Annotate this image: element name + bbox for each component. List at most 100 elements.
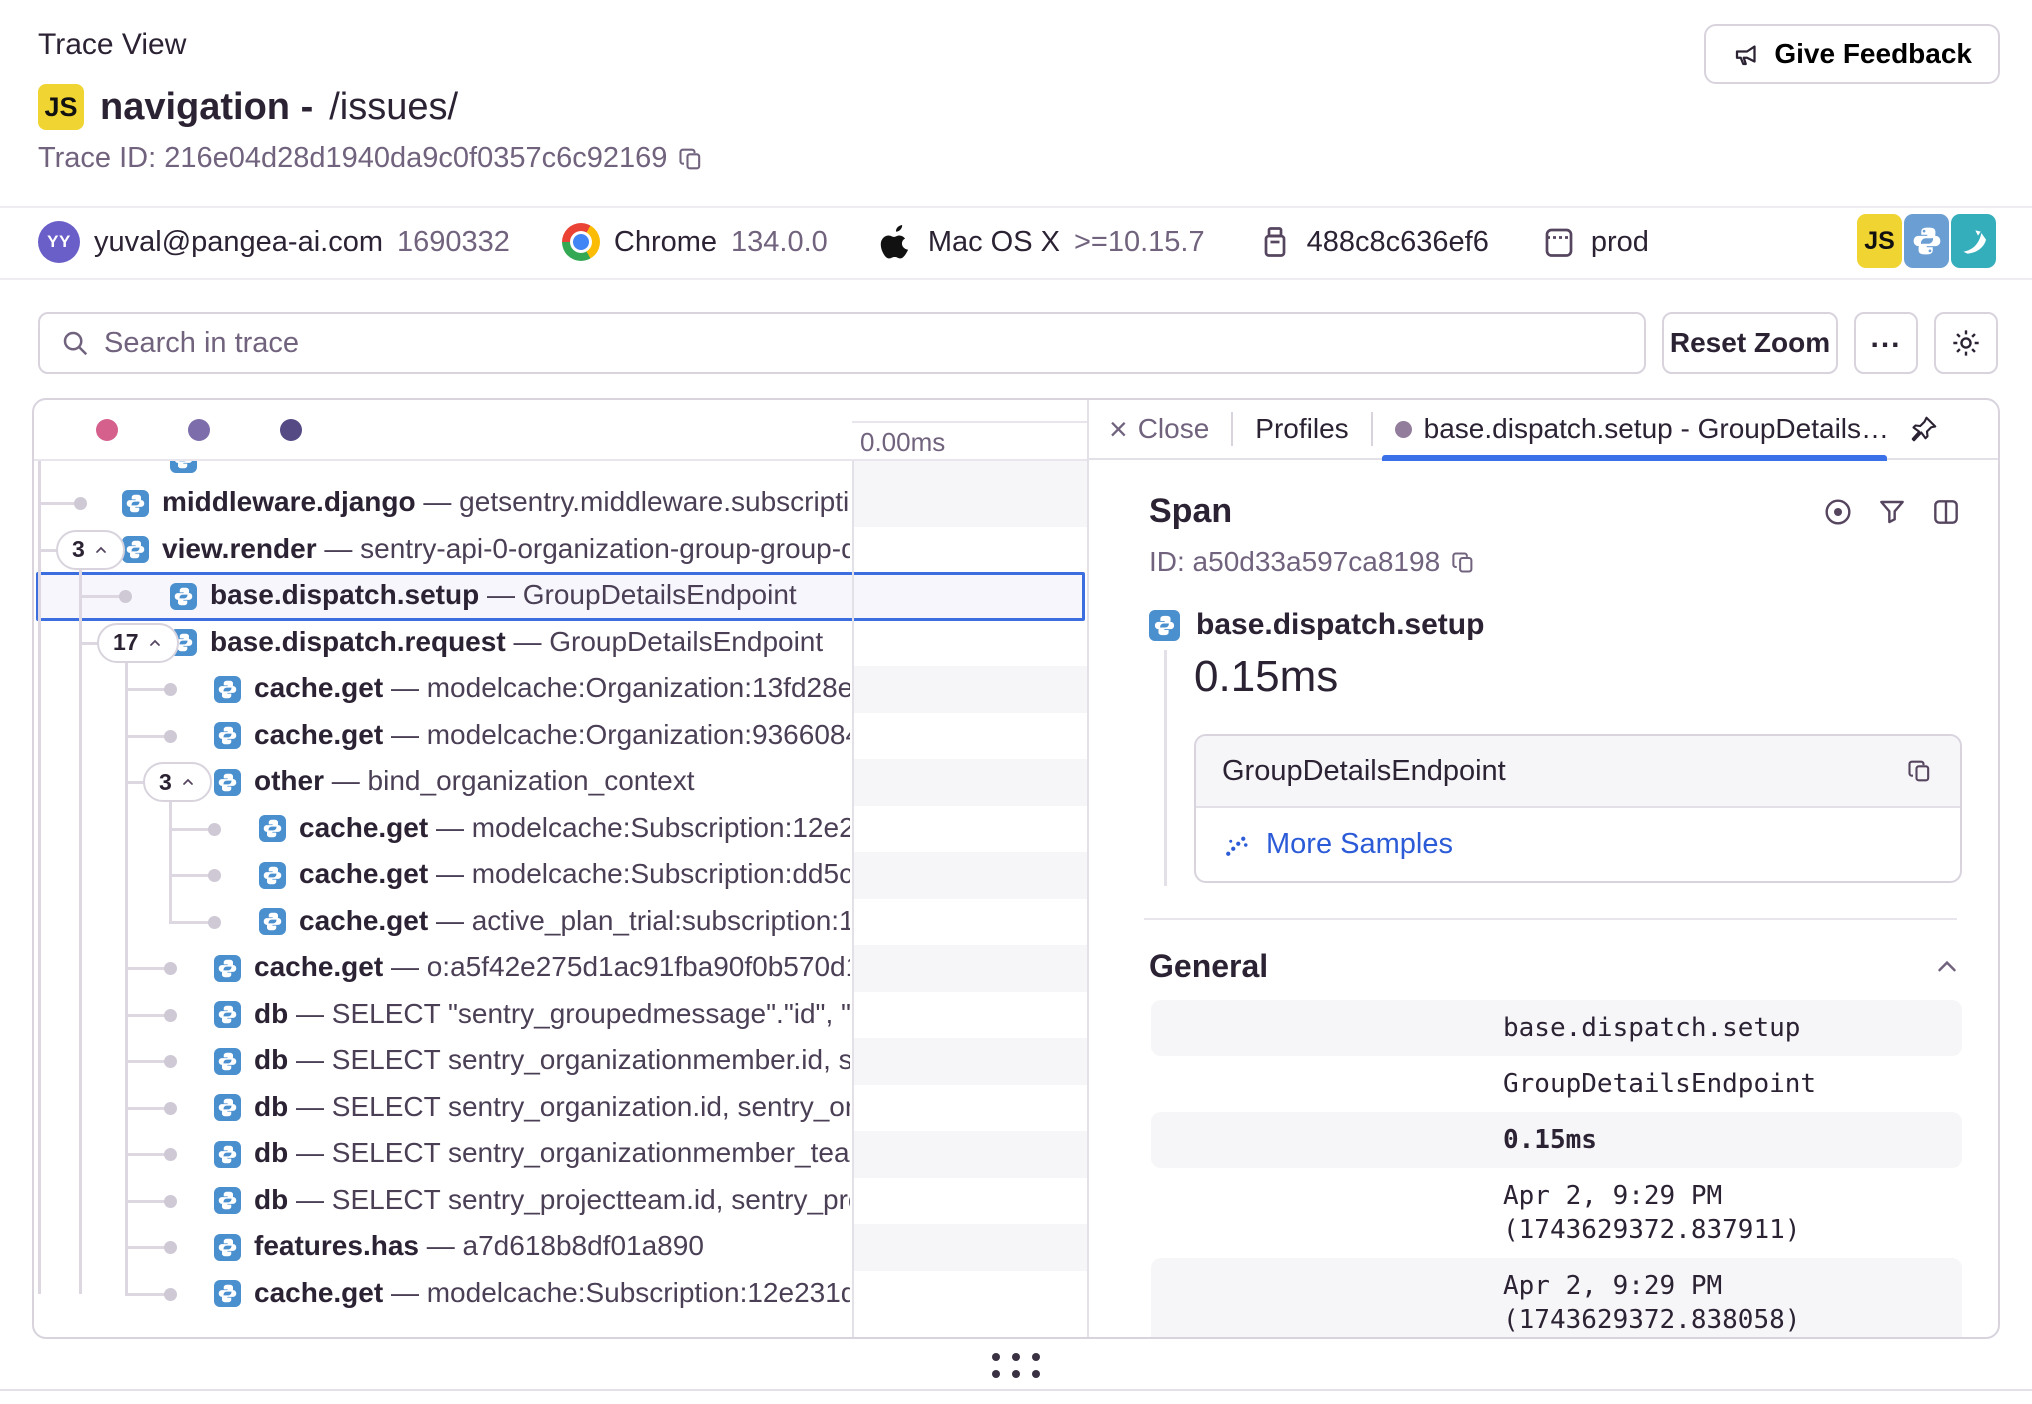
connector-dot (164, 683, 177, 696)
copy-icon[interactable] (677, 145, 705, 173)
more-samples-link[interactable]: More Samples (1196, 808, 1960, 881)
detail-tabbar: × Close Profiles base.dispatch.setup - G… (1089, 400, 2000, 460)
panel-resize-handle[interactable] (0, 1341, 2032, 1389)
search-box[interactable] (38, 312, 1646, 374)
search-input[interactable] (104, 327, 1624, 360)
funnel-icon[interactable] (1876, 496, 1908, 528)
search-icon (60, 328, 90, 358)
kv-key (1173, 1269, 1503, 1337)
ops-legend (38, 400, 852, 460)
span-row-label: cache.get — o:a5f42e275d1ac91fba90f0b570… (254, 951, 850, 983)
samples-box: GroupDetailsEndpoint More Sampl (1194, 734, 1962, 883)
span-row-middleware.django[interactable]: middleware.django — getsentry.middleware… (36, 480, 1087, 527)
more-options-button[interactable]: ... (1854, 312, 1918, 374)
connector-line (79, 642, 99, 645)
legend-item-middleware.django[interactable] (96, 419, 144, 441)
profiles-tab[interactable]: Profiles (1255, 413, 1348, 445)
sample-row[interactable]: GroupDetailsEndpoint (1196, 736, 1960, 808)
python-icon (170, 583, 197, 610)
collapse-badge[interactable]: 3 (143, 762, 212, 802)
kv-key (1173, 1067, 1503, 1101)
python-icon (259, 862, 286, 889)
span-row-cache.get[interactable]: cache.get — active_plan_trial:subscripti… (36, 899, 1087, 946)
span-row-cache.get[interactable]: cache.get — modelcache:Subscription:12e2… (36, 1271, 1087, 1318)
span-row-label: base.dispatch.request — GroupDetailsEndp… (210, 626, 850, 658)
span-row-label: cache.get — modelcache:Subscription:dd5c… (299, 858, 850, 890)
span-row-label: view.render — sentry-api-0-organization-… (162, 533, 850, 565)
span-detail-panel: × Close Profiles base.dispatch.setup - G… (1089, 400, 2000, 1339)
span-row-cache.get[interactable]: cache.get — o:a5f42e275d1ac91fba90f0b570… (36, 945, 1087, 992)
connector-dot (164, 1195, 177, 1208)
span-row-db[interactable]: db — SELECT sentry_organization.id, sent… (36, 1085, 1087, 1132)
trace-waterfall-panel: 0.00ms middleware.django — getsentry.mid… (32, 398, 2000, 1339)
side-panel-icon[interactable] (1930, 496, 1962, 528)
thread-line (1164, 650, 1167, 886)
legend-dot-icon (188, 419, 210, 441)
span-row-db[interactable]: db — SELECT "sentry_groupedmessage"."id"… (36, 992, 1087, 1039)
kv-value: Apr 2, 9:29 PM(1743629372.837911) (1503, 1179, 1800, 1247)
trace-title-row: JS navigation - /issues/ (38, 84, 458, 130)
span-row-view.render[interactable]: 3 view.render — sentry-api-0-organizatio… (36, 527, 1087, 574)
general-section-title: General (1149, 948, 1268, 985)
span-tab-label: base.dispatch.setup - GroupDetails… (1424, 413, 1889, 445)
collapse-badge[interactable]: 3 (56, 530, 125, 570)
span-row-base.dispatch.setup[interactable]: base.dispatch.setup — GroupDetailsEndpoi… (36, 573, 1087, 620)
span-id: ID: a50d33a597ca8198 (1149, 546, 1440, 578)
span-row-label: base.dispatch.setup — GroupDetailsEndpoi… (210, 579, 850, 611)
collapse-badge[interactable]: 17 (97, 623, 179, 663)
span-row-label: db — SELECT "sentry_groupedmessage"."id"… (254, 998, 850, 1030)
user-avatar[interactable]: YY (38, 221, 80, 263)
span-tab[interactable]: base.dispatch.setup - GroupDetails… (1395, 413, 1939, 445)
connector-dot (164, 730, 177, 743)
span-row-other[interactable]: 3 other — bind_organization_context (36, 759, 1087, 806)
connector-dot (164, 1241, 177, 1254)
timeline-divider (852, 461, 854, 1339)
give-feedback-button[interactable]: Give Feedback (1704, 24, 2000, 84)
section-divider (1144, 918, 1957, 920)
legend-dot-icon (96, 419, 118, 441)
span-row-label: db — SELECT sentry_organization.id, sent… (254, 1091, 850, 1123)
span-row-label: middleware.django — getsentry.middleware… (162, 486, 850, 518)
kv-row-description: GroupDetailsEndpoint (1151, 1056, 1962, 1112)
span-row-db[interactable]: db — SELECT sentry_projectteam.id, sentr… (36, 1178, 1087, 1225)
kv-value: 0.15ms (1503, 1123, 1597, 1157)
legend-item-db.redis[interactable] (280, 419, 328, 441)
span-section-title: Span (1149, 492, 1232, 531)
chevron-up-icon[interactable] (1932, 952, 1962, 982)
span-row-cache.get[interactable]: cache.get — modelcache:Subscription:12e2… (36, 806, 1087, 853)
timeline-axis-label: 0.00ms (860, 427, 945, 458)
span-row-cache.get[interactable]: cache.get — modelcache:Subscription:dd5c… (36, 852, 1087, 899)
copy-icon[interactable] (1450, 549, 1477, 576)
span-row-features.has[interactable]: features.has — a7d618b8df01a890 (36, 1224, 1087, 1271)
connector-line (38, 549, 58, 552)
settings-button[interactable] (1934, 312, 1998, 374)
python-icon (214, 676, 241, 703)
trace-stats (1826, 92, 2000, 103)
focus-span-icon[interactable] (1822, 496, 1854, 528)
python-icon (122, 490, 149, 517)
span-row-label: cache.get — modelcache:Subscription:12e2… (254, 1277, 850, 1309)
pin-icon[interactable] (1909, 414, 1939, 444)
span-row-db[interactable]: db — SELECT sentry_organizationmember.id… (36, 1038, 1087, 1085)
python-icon (122, 536, 149, 563)
span-row-base.dispatch.request[interactable]: 17 base.dispatch.request — GroupDetailsE… (36, 620, 1087, 667)
profiling-dots-icon (1222, 830, 1252, 860)
copy-icon[interactable] (1906, 757, 1934, 785)
span-row-cache.get[interactable]: cache.get — modelcache:Organization:13fd… (36, 666, 1087, 713)
span-row-db[interactable]: db — SELECT sentry_organizationmember_te… (36, 1131, 1087, 1178)
span-row-cache.get[interactable]: cache.get — modelcache:Organization:9366… (36, 713, 1087, 760)
kv-key (1173, 1179, 1503, 1247)
connector-dot (208, 869, 221, 882)
python-icon (214, 1187, 241, 1214)
reset-zoom-button[interactable]: Reset Zoom (1662, 312, 1838, 374)
more-samples-label: More Samples (1266, 828, 1453, 861)
python-icon (170, 461, 197, 473)
python-icon (259, 908, 286, 935)
close-tab[interactable]: × Close (1109, 413, 1209, 445)
kv-row-end-timestamp: Apr 2, 9:29 PM(1743629372.838058) (1151, 1258, 1962, 1339)
python-icon (214, 1048, 241, 1075)
chrome-browser-icon (562, 223, 600, 261)
environment-name: prod (1591, 226, 1649, 259)
legend-item-function[interactable] (188, 419, 236, 441)
tab-separator (1231, 412, 1233, 446)
